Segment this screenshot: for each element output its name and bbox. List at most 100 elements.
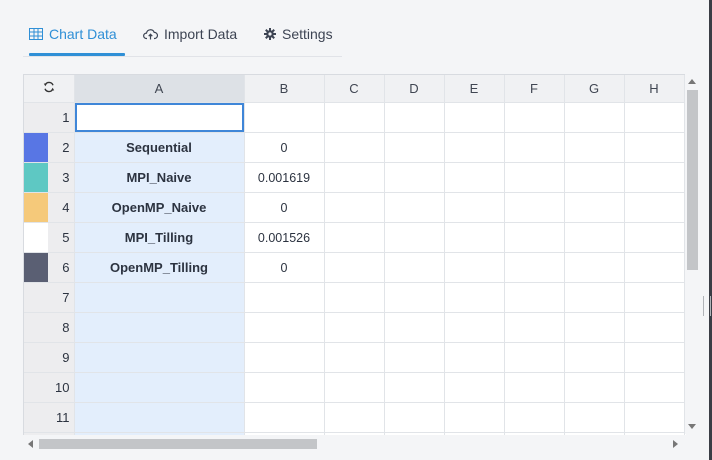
cell-a[interactable]: [74, 312, 245, 343]
cell-d[interactable]: [384, 402, 445, 433]
row-header[interactable]: 9: [24, 342, 75, 373]
cell-f[interactable]: [504, 132, 565, 163]
cell-c[interactable]: [324, 192, 385, 223]
cell-b[interactable]: [244, 402, 325, 433]
column-header-f[interactable]: F: [504, 75, 565, 103]
cell-g[interactable]: [564, 132, 625, 163]
cell-e[interactable]: [444, 342, 505, 373]
cell-b[interactable]: [244, 372, 325, 403]
cell-d[interactable]: [384, 282, 445, 313]
cell-d[interactable]: [384, 372, 445, 403]
cell-d[interactable]: [384, 312, 445, 343]
cell-f[interactable]: [504, 312, 565, 343]
cell-a[interactable]: MPI_Naive: [74, 162, 245, 193]
cell-g[interactable]: [564, 252, 625, 283]
tab-chart-data[interactable]: Chart Data: [29, 14, 125, 56]
vertical-scrollbar[interactable]: [685, 74, 699, 434]
cell-h[interactable]: [624, 162, 685, 193]
cell-f[interactable]: [504, 222, 565, 253]
cell-h[interactable]: [624, 312, 685, 343]
cell-c[interactable]: [324, 162, 385, 193]
cell-f[interactable]: [504, 192, 565, 223]
row-header[interactable]: 2: [24, 132, 75, 163]
cell-e[interactable]: [444, 282, 505, 313]
cell-b[interactable]: [244, 282, 325, 313]
cell-d[interactable]: [384, 132, 445, 163]
cell-e[interactable]: [444, 432, 505, 435]
cell-g[interactable]: [564, 192, 625, 223]
vertical-scroll-thumb[interactable]: [687, 90, 698, 270]
cell-a[interactable]: [74, 432, 245, 435]
column-header-b[interactable]: B: [244, 75, 325, 103]
cell-e[interactable]: [444, 312, 505, 343]
row-header[interactable]: 11: [24, 402, 75, 433]
cell-c[interactable]: [324, 102, 385, 133]
cell-g[interactable]: [564, 222, 625, 253]
cell-d[interactable]: [384, 432, 445, 435]
cell-b[interactable]: [244, 342, 325, 373]
cell-f[interactable]: [504, 282, 565, 313]
cell-g[interactable]: [564, 372, 625, 403]
cell-b[interactable]: [244, 312, 325, 343]
series-color-swatch[interactable]: [24, 163, 48, 192]
cell-f[interactable]: [504, 102, 565, 133]
cell-b[interactable]: 0: [244, 252, 325, 283]
cell-e[interactable]: [444, 192, 505, 223]
cell-b[interactable]: 0: [244, 132, 325, 163]
cell-g[interactable]: [564, 432, 625, 435]
cell-f[interactable]: [504, 402, 565, 433]
cell-a[interactable]: OpenMP_Naive: [74, 192, 245, 223]
cell-h[interactable]: [624, 192, 685, 223]
scroll-down-arrow-icon[interactable]: [688, 424, 696, 429]
horizontal-scrollbar[interactable]: [23, 436, 685, 452]
cell-e[interactable]: [444, 402, 505, 433]
cell-c[interactable]: [324, 132, 385, 163]
row-header[interactable]: 3: [24, 162, 75, 193]
cell-d[interactable]: [384, 192, 445, 223]
row-header[interactable]: 4: [24, 192, 75, 223]
cell-b[interactable]: [244, 432, 325, 435]
cell-f[interactable]: [504, 432, 565, 435]
cell-g[interactable]: [564, 282, 625, 313]
column-header-e[interactable]: E: [444, 75, 505, 103]
cell-h[interactable]: [624, 132, 685, 163]
cell-a[interactable]: [74, 402, 245, 433]
cell-d[interactable]: [384, 342, 445, 373]
cell-h[interactable]: [624, 432, 685, 435]
cell-e[interactable]: [444, 222, 505, 253]
column-header-g[interactable]: G: [564, 75, 625, 103]
cell-a[interactable]: [74, 282, 245, 313]
cell-b[interactable]: 0: [244, 192, 325, 223]
cell-c[interactable]: [324, 312, 385, 343]
cell-h[interactable]: [624, 102, 685, 133]
cell-g[interactable]: [564, 162, 625, 193]
row-header[interactable]: 10: [24, 372, 75, 403]
cell-h[interactable]: [624, 402, 685, 433]
cell-d[interactable]: [384, 102, 445, 133]
row-header[interactable]: 12: [24, 432, 75, 435]
column-header-d[interactable]: D: [384, 75, 445, 103]
row-header[interactable]: 6: [24, 252, 75, 283]
cell-h[interactable]: [624, 252, 685, 283]
cell-f[interactable]: [504, 342, 565, 373]
cell-h[interactable]: [624, 282, 685, 313]
cell-g[interactable]: [564, 342, 625, 373]
cell-a[interactable]: [74, 372, 245, 403]
scroll-right-arrow-icon[interactable]: [673, 440, 678, 448]
cell-e[interactable]: [444, 162, 505, 193]
cell-g[interactable]: [564, 402, 625, 433]
cell-d[interactable]: [384, 252, 445, 283]
series-color-swatch[interactable]: [24, 253, 48, 282]
cell-d[interactable]: [384, 162, 445, 193]
cell-h[interactable]: [624, 372, 685, 403]
cell-f[interactable]: [504, 372, 565, 403]
cell-c[interactable]: [324, 282, 385, 313]
spreadsheet-grid[interactable]: A B C D E F G H 1 2 Sequential 0 3 MPI_Naive 0…: [23, 74, 686, 435]
scroll-left-arrow-icon[interactable]: [28, 440, 33, 448]
cell-c[interactable]: [324, 252, 385, 283]
cell-c[interactable]: [324, 372, 385, 403]
row-header[interactable]: 1: [24, 102, 75, 133]
series-color-swatch[interactable]: [24, 193, 48, 222]
column-header-h[interactable]: H: [624, 75, 685, 103]
cell-c[interactable]: [324, 342, 385, 373]
